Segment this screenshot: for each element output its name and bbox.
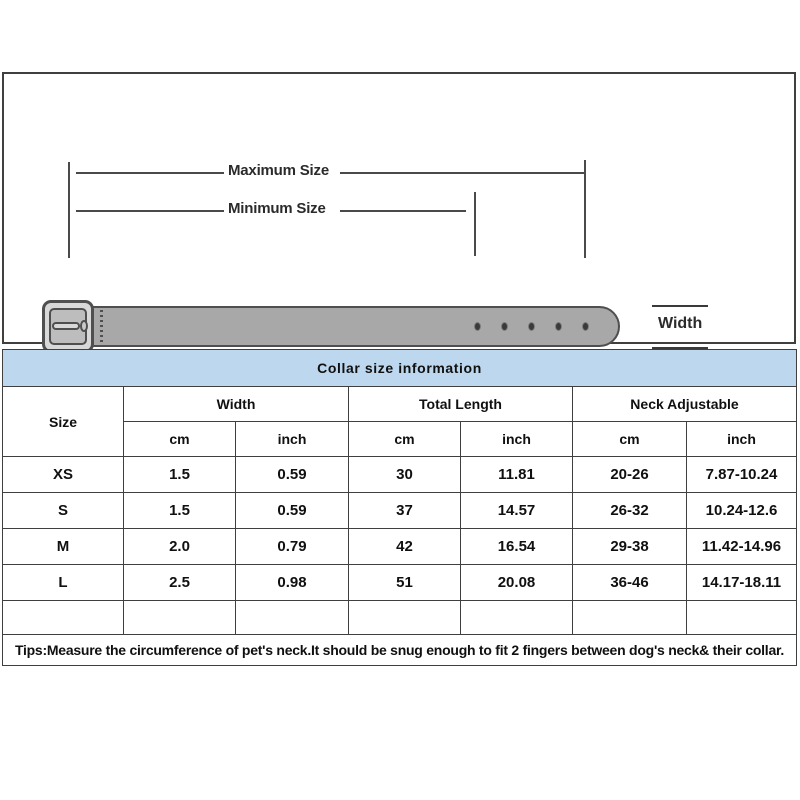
unit-header-neck-inch: inch <box>685 421 798 457</box>
empty-cell <box>348 600 461 635</box>
maximum-size-line-left <box>76 172 224 174</box>
cell-width-inch: 0.59 <box>235 492 349 529</box>
cell-neck-inch: 14.17-18.11 <box>685 564 798 601</box>
tips-text: Tips:Measure the circumference of pet's … <box>1 634 798 666</box>
cell-length-inch: 14.57 <box>460 492 573 529</box>
cell-width-cm: 1.5 <box>123 456 236 493</box>
width-mark-top <box>652 305 708 307</box>
maximum-size-line-right <box>340 172 584 174</box>
cell-width-inch: 0.59 <box>235 456 349 493</box>
cell-neck-cm: 29-38 <box>572 528 687 565</box>
cell-size: S <box>2 492 124 529</box>
unit-header-neck-cm: cm <box>572 421 687 457</box>
cell-width-inch: 0.79 <box>235 528 349 565</box>
strap-hole <box>474 322 481 331</box>
cell-size: XS <box>2 456 124 493</box>
empty-cell <box>235 600 349 635</box>
table-banner-title: Collar size information <box>1 349 798 387</box>
empty-cell <box>123 600 236 635</box>
column-header-total-length: Total Length <box>348 386 573 422</box>
cell-neck-cm: 20-26 <box>572 456 687 493</box>
table-row: S 1.5 0.59 37 14.57 26-32 10.24-12.6 <box>2 492 798 529</box>
minimum-size-line-left <box>76 210 224 212</box>
cell-width-cm: 2.5 <box>123 564 236 601</box>
unit-header-width-cm: cm <box>123 421 236 457</box>
cell-width-inch: 0.98 <box>235 564 349 601</box>
strap-hole <box>582 322 589 331</box>
unit-header-width-inch: inch <box>235 421 349 457</box>
table-group-header-row: Size Width Total Length Neck Adjustable <box>2 386 798 457</box>
cell-size: L <box>2 564 124 601</box>
empty-cell <box>685 600 798 635</box>
buckle-pin-hole <box>80 320 88 332</box>
collar-diagram: Maximum Size Minimum Size Width <box>4 74 794 378</box>
maximum-size-tick-right <box>584 160 586 258</box>
table-row: XS 1.5 0.59 30 11.81 20-26 7.87-10.24 <box>2 456 798 493</box>
cell-neck-inch: 10.24-12.6 <box>685 492 798 529</box>
collar-size-table: Collar size information Size Width Total… <box>1 349 798 666</box>
strap-stitching <box>100 310 103 343</box>
buckle-prong <box>52 322 80 330</box>
cell-size: M <box>2 528 124 565</box>
unit-header-length-inch: inch <box>460 421 573 457</box>
column-header-width: Width <box>123 386 349 422</box>
table-row: M 2.0 0.79 42 16.54 29-38 11.42-14.96 <box>2 528 798 565</box>
cell-neck-cm: 36-46 <box>572 564 687 601</box>
minimum-size-label: Minimum Size <box>228 200 326 217</box>
cell-length-inch: 16.54 <box>460 528 573 565</box>
collar-strap <box>90 306 620 347</box>
table-row: L 2.5 0.98 51 20.08 36-46 14.17-18.11 <box>2 564 798 601</box>
empty-cell <box>572 600 687 635</box>
table-banner-row: Collar size information <box>1 349 798 387</box>
cell-width-cm: 2.0 <box>123 528 236 565</box>
cell-neck-inch: 7.87-10.24 <box>685 456 798 493</box>
maximum-size-label: Maximum Size <box>228 162 329 179</box>
strap-hole <box>501 322 508 331</box>
cell-width-cm: 1.5 <box>123 492 236 529</box>
width-label: Width <box>658 315 703 332</box>
cell-length-cm: 51 <box>348 564 461 601</box>
cell-length-inch: 11.81 <box>460 456 573 493</box>
column-header-size: Size <box>2 386 124 457</box>
strap-hole <box>528 322 535 331</box>
empty-cell <box>460 600 573 635</box>
collar-diagram-panel: Maximum Size Minimum Size Width <box>2 72 796 378</box>
empty-cell <box>2 600 124 635</box>
cell-neck-cm: 26-32 <box>572 492 687 529</box>
table-tips-row: Tips:Measure the circumference of pet's … <box>1 634 798 666</box>
minimum-size-tick-right <box>474 192 476 256</box>
strap-hole <box>555 322 562 331</box>
minimum-size-line-right <box>340 210 466 212</box>
cell-length-inch: 20.08 <box>460 564 573 601</box>
column-header-neck-adjustable: Neck Adjustable <box>571 386 798 422</box>
cell-length-cm: 42 <box>348 528 461 565</box>
table-empty-row <box>2 600 798 635</box>
dimension-tick-left <box>68 162 70 258</box>
unit-header-length-cm: cm <box>348 421 461 457</box>
collar-size-chart-page: Maximum Size Minimum Size Width Collar s… <box>0 0 800 800</box>
cell-length-cm: 30 <box>348 456 461 493</box>
cell-neck-inch: 11.42-14.96 <box>685 528 798 565</box>
cell-length-cm: 37 <box>348 492 461 529</box>
